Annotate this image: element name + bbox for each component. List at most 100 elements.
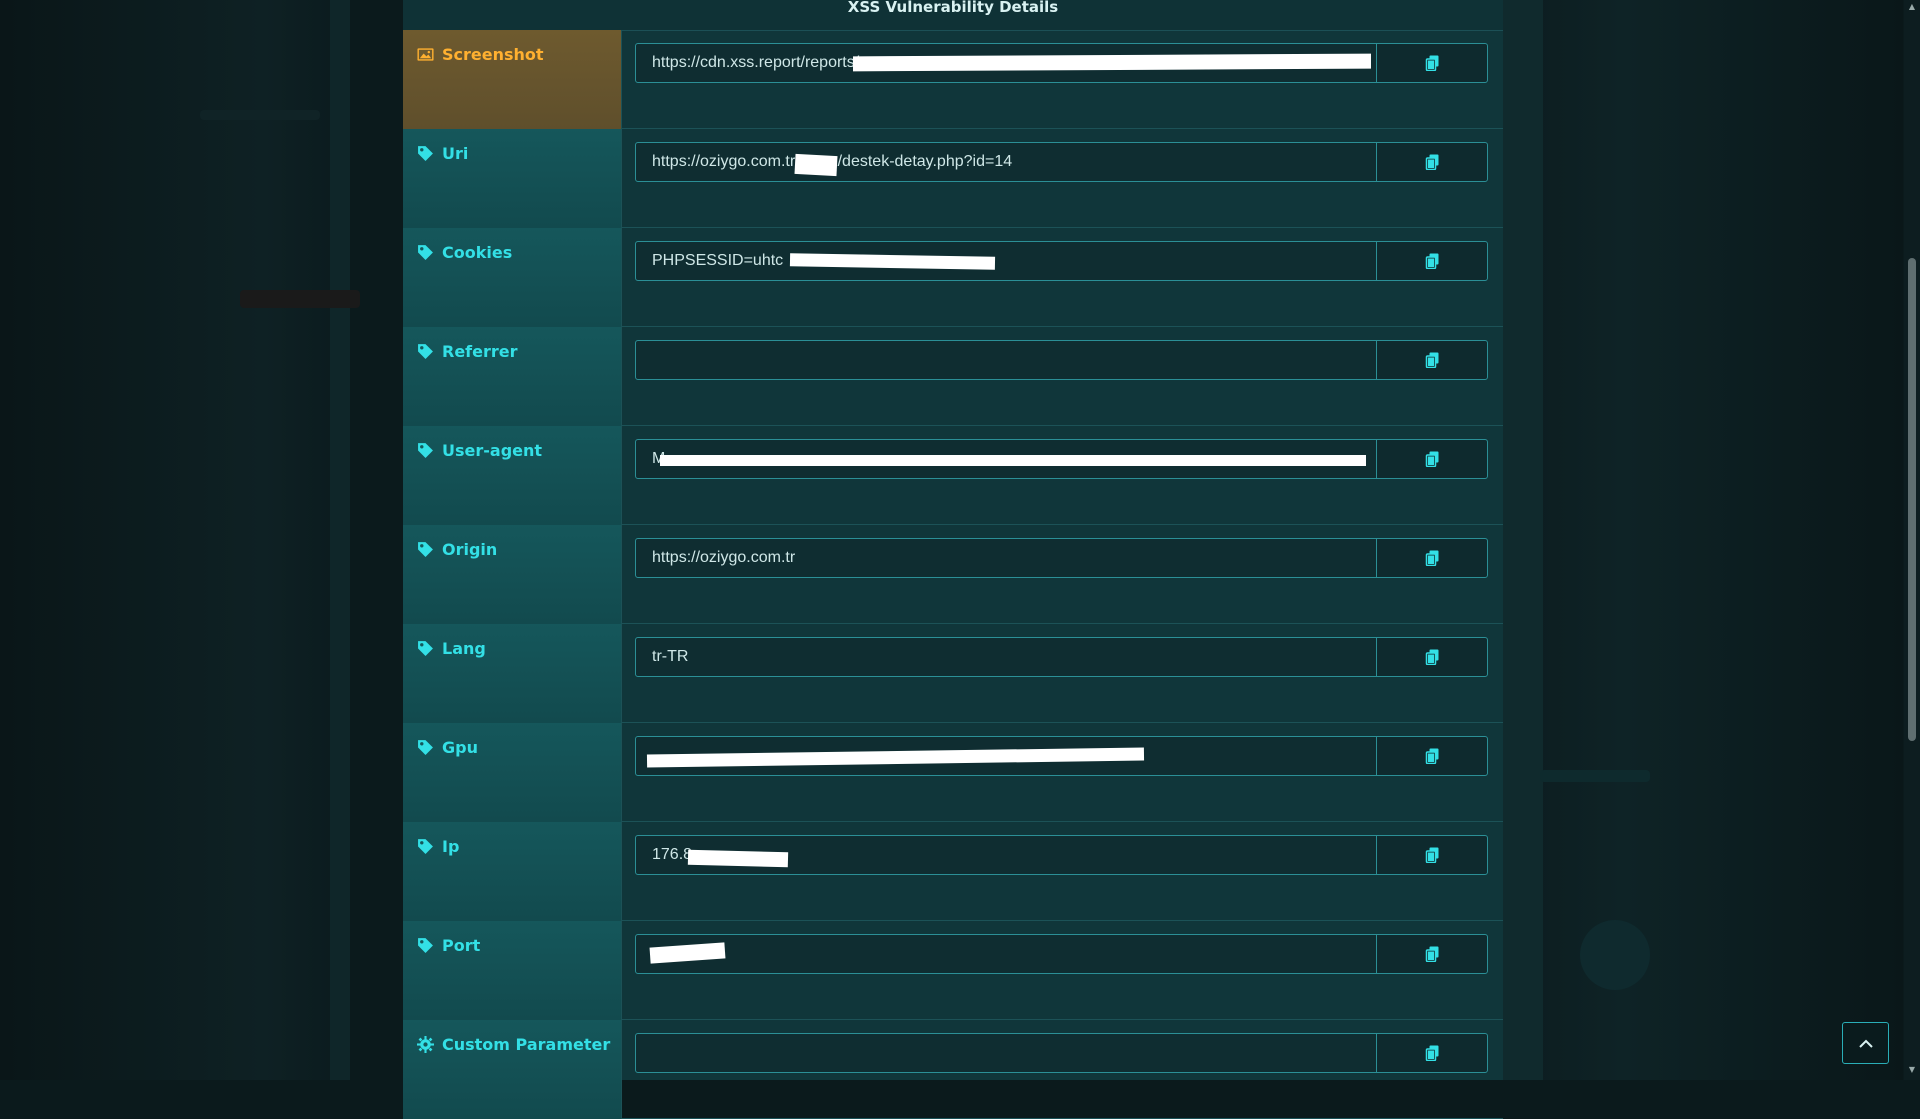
row-label-text: Origin — [442, 540, 498, 559]
label-cell: Uri — [403, 129, 622, 228]
details-row: Referrer — [403, 327, 1503, 426]
value-field[interactable]: tr-TR — [635, 637, 1377, 677]
details-row: Gpu — [403, 723, 1503, 822]
background-ghost — [200, 110, 320, 120]
details-row: Port — [403, 921, 1503, 1020]
image-icon — [417, 46, 434, 63]
row-label: Referrer — [417, 342, 518, 361]
scroll-down-arrow-icon[interactable]: ▼ — [1908, 1066, 1916, 1074]
row-label-text: Gpu — [442, 738, 478, 757]
row-label-text: Lang — [442, 639, 486, 658]
row-label-text: Custom Parameter — [442, 1035, 611, 1054]
details-row: Uri https://oziygo.com.tr/ /destek-detay.p… — [403, 129, 1503, 228]
copy-button[interactable] — [1376, 934, 1488, 974]
details-row: Lang tr-TR — [403, 624, 1503, 723]
value-text: PHPSESSID=uhtc — [652, 252, 784, 269]
value-text: https://oziygo.com.tr/ — [652, 153, 800, 170]
redaction-mark — [687, 849, 789, 868]
row-label: Screenshot — [417, 45, 544, 64]
row-label: Uri — [417, 144, 468, 163]
row-label: User-agent — [417, 441, 542, 460]
tag-icon — [417, 442, 434, 459]
label-cell: Referrer — [403, 327, 622, 426]
tag-icon — [417, 343, 434, 360]
tag-icon — [417, 244, 434, 261]
copy-icon — [1425, 550, 1440, 566]
value-field[interactable] — [635, 1033, 1377, 1073]
label-cell: Cookies — [403, 228, 622, 327]
value-text: tr-TR — [652, 648, 689, 665]
tag-icon — [417, 640, 434, 657]
scroll-up-arrow-icon[interactable]: ▲ — [1908, 3, 1916, 11]
label-cell: Screenshot — [403, 30, 622, 129]
row-label: Gpu — [417, 738, 478, 757]
label-cell: Lang — [403, 624, 622, 723]
row-label: Custom Parameter — [417, 1035, 610, 1054]
value-field[interactable]: https://oziygo.com.tr/ /destek-detay.php?… — [635, 142, 1377, 182]
copy-button[interactable] — [1376, 43, 1488, 83]
copy-icon — [1425, 1045, 1440, 1061]
tag-icon — [417, 739, 434, 756]
copy-button[interactable] — [1376, 637, 1488, 677]
label-cell: Gpu — [403, 723, 622, 822]
details-row: User-agent M — [403, 426, 1503, 525]
copy-button[interactable] — [1376, 736, 1488, 776]
background-right-panel — [1503, 0, 1543, 1080]
copy-button[interactable] — [1376, 439, 1488, 479]
copy-icon — [1425, 946, 1440, 962]
tag-icon — [417, 145, 434, 162]
row-label: Ip — [417, 837, 459, 856]
row-label: Origin — [417, 540, 497, 559]
value-field[interactable]: PHPSESSID=uhtc — [635, 241, 1377, 281]
copy-icon — [1425, 253, 1440, 269]
value-field[interactable]: https://oziygo.com.tr — [635, 538, 1377, 578]
row-label: Port — [417, 936, 480, 955]
copy-button[interactable] — [1376, 1033, 1488, 1073]
row-label-text: User-agent — [442, 441, 543, 460]
redaction-mark — [853, 53, 1371, 72]
copy-icon — [1425, 352, 1440, 368]
background-left-panel — [330, 0, 350, 1080]
background-ghost — [240, 290, 360, 308]
value-field[interactable] — [635, 934, 1377, 974]
tag-icon — [417, 838, 434, 855]
value-text: https://oziygo.com.tr — [652, 549, 796, 566]
row-label: Lang — [417, 639, 486, 658]
gear-icon — [417, 1036, 434, 1053]
background-left — [0, 0, 330, 1080]
label-cell: Origin — [403, 525, 622, 624]
copy-button[interactable] — [1376, 835, 1488, 875]
copy-button[interactable] — [1376, 538, 1488, 578]
card-title: XSS Vulnerability Details — [403, 0, 1503, 31]
details-row: Cookies PHPSESSID=uhtc — [403, 228, 1503, 327]
back-to-top-button[interactable] — [1842, 1022, 1889, 1064]
copy-icon — [1425, 451, 1440, 467]
details-row: Origin https://oziygo.com.tr — [403, 525, 1503, 624]
page-scrollbar[interactable]: ▲ ▼ — [1904, 0, 1920, 1080]
row-label-text: Port — [442, 936, 481, 955]
background-ghost — [1540, 770, 1650, 782]
row-label-text: Referrer — [442, 342, 518, 361]
copy-button[interactable] — [1376, 340, 1488, 380]
tag-icon — [417, 937, 434, 954]
row-label-text: Screenshot — [442, 45, 544, 64]
value-text: 176.8 — [652, 846, 693, 863]
value-field[interactable] — [635, 340, 1377, 380]
copy-icon — [1425, 55, 1440, 71]
copy-button[interactable] — [1376, 142, 1488, 182]
redaction-mark — [660, 455, 1366, 466]
value-suffix-text: /destek-detay.php?id=14 — [837, 153, 1013, 170]
copy-icon — [1425, 847, 1440, 863]
row-label-text: Uri — [442, 144, 469, 163]
background-right — [1503, 0, 1903, 1080]
chevron-up-icon — [1858, 1039, 1873, 1048]
row-label-text: Ip — [442, 837, 460, 856]
row-label: Cookies — [417, 243, 512, 262]
copy-button[interactable] — [1376, 241, 1488, 281]
copy-icon — [1425, 649, 1440, 665]
scroll-thumb[interactable] — [1908, 258, 1916, 741]
details-row: Custom Parameter — [403, 1020, 1503, 1119]
copy-icon — [1425, 748, 1440, 764]
value-text: https://cdn.xss.report/reports/ — [652, 54, 860, 71]
label-cell: Custom Parameter — [403, 1020, 622, 1119]
